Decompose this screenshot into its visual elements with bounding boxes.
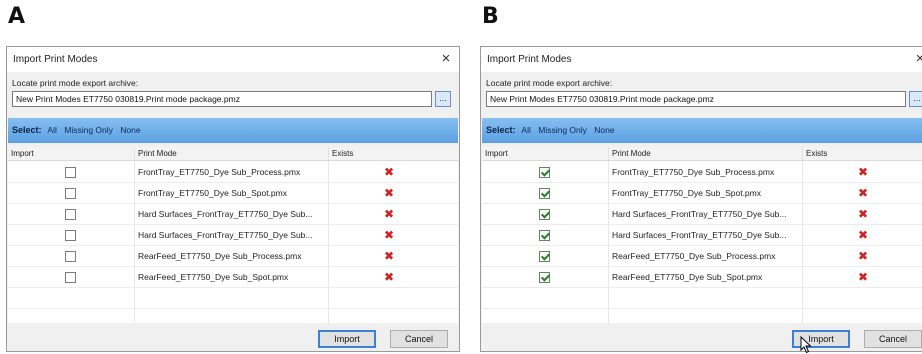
import-checkbox[interactable] (539, 251, 550, 262)
archive-path-field[interactable]: New Print Modes ET7750 030819.Print mode… (486, 91, 906, 107)
dialog-footer: Import Cancel (8, 323, 458, 351)
table-row[interactable]: Hard Surfaces_FrontTray_ET7750_Dye Sub..… (482, 204, 922, 225)
column-header-print-mode[interactable]: Print Mode (608, 147, 802, 160)
import-checkbox[interactable] (539, 188, 550, 199)
browse-button[interactable]: ... (909, 91, 922, 107)
print-mode-cell: RearFeed_ET7750_Dye Sub_Process.pmx (138, 251, 302, 261)
import-checkbox[interactable] (65, 251, 76, 262)
import-checkbox[interactable] (539, 209, 550, 220)
x-mark-icon: ✖ (383, 249, 395, 263)
empty-row (482, 309, 922, 323)
grid-header: Import Print Mode Exists (8, 147, 458, 161)
empty-row (482, 288, 922, 309)
print-mode-cell: RearFeed_ET7750_Dye Sub_Process.pmx (612, 251, 776, 261)
print-mode-cell: FrontTray_ET7750_Dye Sub_Process.pmx (612, 167, 775, 177)
x-mark-icon: ✖ (857, 270, 869, 284)
grid-header: Import Print Mode Exists (482, 147, 922, 161)
x-mark-icon: ✖ (857, 228, 869, 242)
x-mark-icon: ✖ (383, 228, 395, 242)
dialog-titlebar: Import Print Modes × (7, 47, 459, 72)
print-mode-grid: Import Print Mode Exists FrontTray_ET775… (482, 147, 922, 323)
close-icon[interactable]: × (912, 50, 922, 68)
print-mode-cell: Hard Surfaces_FrontTray_ET7750_Dye Sub..… (612, 230, 787, 240)
select-all-link[interactable]: All (47, 125, 56, 135)
column-header-print-mode[interactable]: Print Mode (134, 147, 328, 160)
select-bar: Select: All Missing Only None (482, 118, 922, 143)
x-mark-icon: ✖ (383, 207, 395, 221)
print-mode-cell: Hard Surfaces_FrontTray_ET7750_Dye Sub..… (138, 209, 313, 219)
print-mode-grid: Import Print Mode Exists FrontTray_ET775… (8, 147, 458, 323)
table-row[interactable]: RearFeed_ET7750_Dye Sub_Spot.pmx ✖ (482, 267, 922, 288)
column-header-exists[interactable]: Exists (802, 147, 922, 160)
panel-b: B Import Print Modes × Locate print mode… (474, 0, 922, 354)
cancel-button[interactable]: Cancel (864, 330, 922, 348)
table-row[interactable]: RearFeed_ET7750_Dye Sub_Spot.pmx ✖ (8, 267, 458, 288)
print-mode-cell: FrontTray_ET7750_Dye Sub_Spot.pmx (612, 188, 761, 198)
column-header-exists[interactable]: Exists (328, 147, 452, 160)
x-mark-icon: ✖ (383, 186, 395, 200)
import-checkbox[interactable] (539, 272, 550, 283)
table-row[interactable]: RearFeed_ET7750_Dye Sub_Process.pmx ✖ (482, 246, 922, 267)
import-print-modes-dialog: Import Print Modes × Locate print mode e… (6, 46, 460, 352)
dialog-title: Import Print Modes (487, 54, 572, 65)
browse-button[interactable]: ... (435, 91, 451, 107)
import-checkbox[interactable] (65, 209, 76, 220)
print-mode-cell: RearFeed_ET7750_Dye Sub_Spot.pmx (138, 272, 289, 282)
column-header-import[interactable]: Import (482, 147, 608, 160)
x-mark-icon: ✖ (857, 165, 869, 179)
x-mark-icon: ✖ (857, 186, 869, 200)
import-checkbox[interactable] (65, 167, 76, 178)
table-row[interactable]: Hard Surfaces_FrontTray_ET7750_Dye Sub..… (8, 225, 458, 246)
print-mode-cell: FrontTray_ET7750_Dye Sub_Process.pmx (138, 167, 301, 177)
print-mode-cell: FrontTray_ET7750_Dye Sub_Spot.pmx (138, 188, 287, 198)
locate-archive-label: Locate print mode export archive: (12, 78, 139, 88)
table-row[interactable]: FrontTray_ET7750_Dye Sub_Spot.pmx ✖ (8, 183, 458, 204)
select-none-link[interactable]: None (594, 125, 614, 135)
dialog-titlebar: Import Print Modes × (481, 47, 922, 72)
x-mark-icon: ✖ (857, 207, 869, 221)
print-mode-cell: Hard Surfaces_FrontTray_ET7750_Dye Sub..… (138, 230, 313, 240)
import-checkbox[interactable] (65, 272, 76, 283)
empty-row (8, 288, 458, 309)
select-bar: Select: All Missing Only None (8, 118, 458, 143)
empty-row (8, 309, 458, 323)
x-mark-icon: ✖ (383, 270, 395, 284)
locate-archive-label: Locate print mode export archive: (486, 78, 613, 88)
select-none-link[interactable]: None (120, 125, 140, 135)
table-row[interactable]: Hard Surfaces_FrontTray_ET7750_Dye Sub..… (482, 225, 922, 246)
table-row[interactable]: FrontTray_ET7750_Dye Sub_Spot.pmx ✖ (482, 183, 922, 204)
archive-path-field[interactable]: New Print Modes ET7750 030819.Print mode… (12, 91, 432, 107)
import-print-modes-dialog: Import Print Modes × Locate print mode e… (480, 46, 922, 354)
mouse-pointer-icon (800, 336, 812, 354)
import-button[interactable]: Import (318, 330, 376, 348)
cancel-button[interactable]: Cancel (390, 330, 448, 348)
close-icon[interactable]: × (438, 50, 454, 68)
panel-a: A Import Print Modes × Locate print mode… (0, 0, 460, 352)
import-checkbox[interactable] (65, 230, 76, 241)
table-row[interactable]: FrontTray_ET7750_Dye Sub_Process.pmx ✖ (482, 162, 922, 183)
import-checkbox[interactable] (539, 230, 550, 241)
panel-letter: A (8, 4, 26, 29)
print-mode-cell: RearFeed_ET7750_Dye Sub_Spot.pmx (612, 272, 763, 282)
x-mark-icon: ✖ (383, 165, 395, 179)
x-mark-icon: ✖ (857, 249, 869, 263)
select-missing-only-link[interactable]: Missing Only (64, 125, 113, 135)
select-missing-only-link[interactable]: Missing Only (538, 125, 587, 135)
import-checkbox[interactable] (65, 188, 76, 199)
dialog-title: Import Print Modes (13, 54, 98, 65)
import-checkbox[interactable] (539, 167, 550, 178)
panel-letter: B (482, 4, 499, 29)
print-mode-cell: Hard Surfaces_FrontTray_ET7750_Dye Sub..… (612, 209, 787, 219)
table-row[interactable]: FrontTray_ET7750_Dye Sub_Process.pmx ✖ (8, 162, 458, 183)
select-all-link[interactable]: All (521, 125, 530, 135)
select-label: Select: (486, 125, 516, 135)
table-row[interactable]: RearFeed_ET7750_Dye Sub_Process.pmx ✖ (8, 246, 458, 267)
column-header-import[interactable]: Import (8, 147, 134, 160)
table-row[interactable]: Hard Surfaces_FrontTray_ET7750_Dye Sub..… (8, 204, 458, 225)
dialog-footer: Import Cancel (482, 323, 922, 354)
select-label: Select: (12, 125, 42, 135)
